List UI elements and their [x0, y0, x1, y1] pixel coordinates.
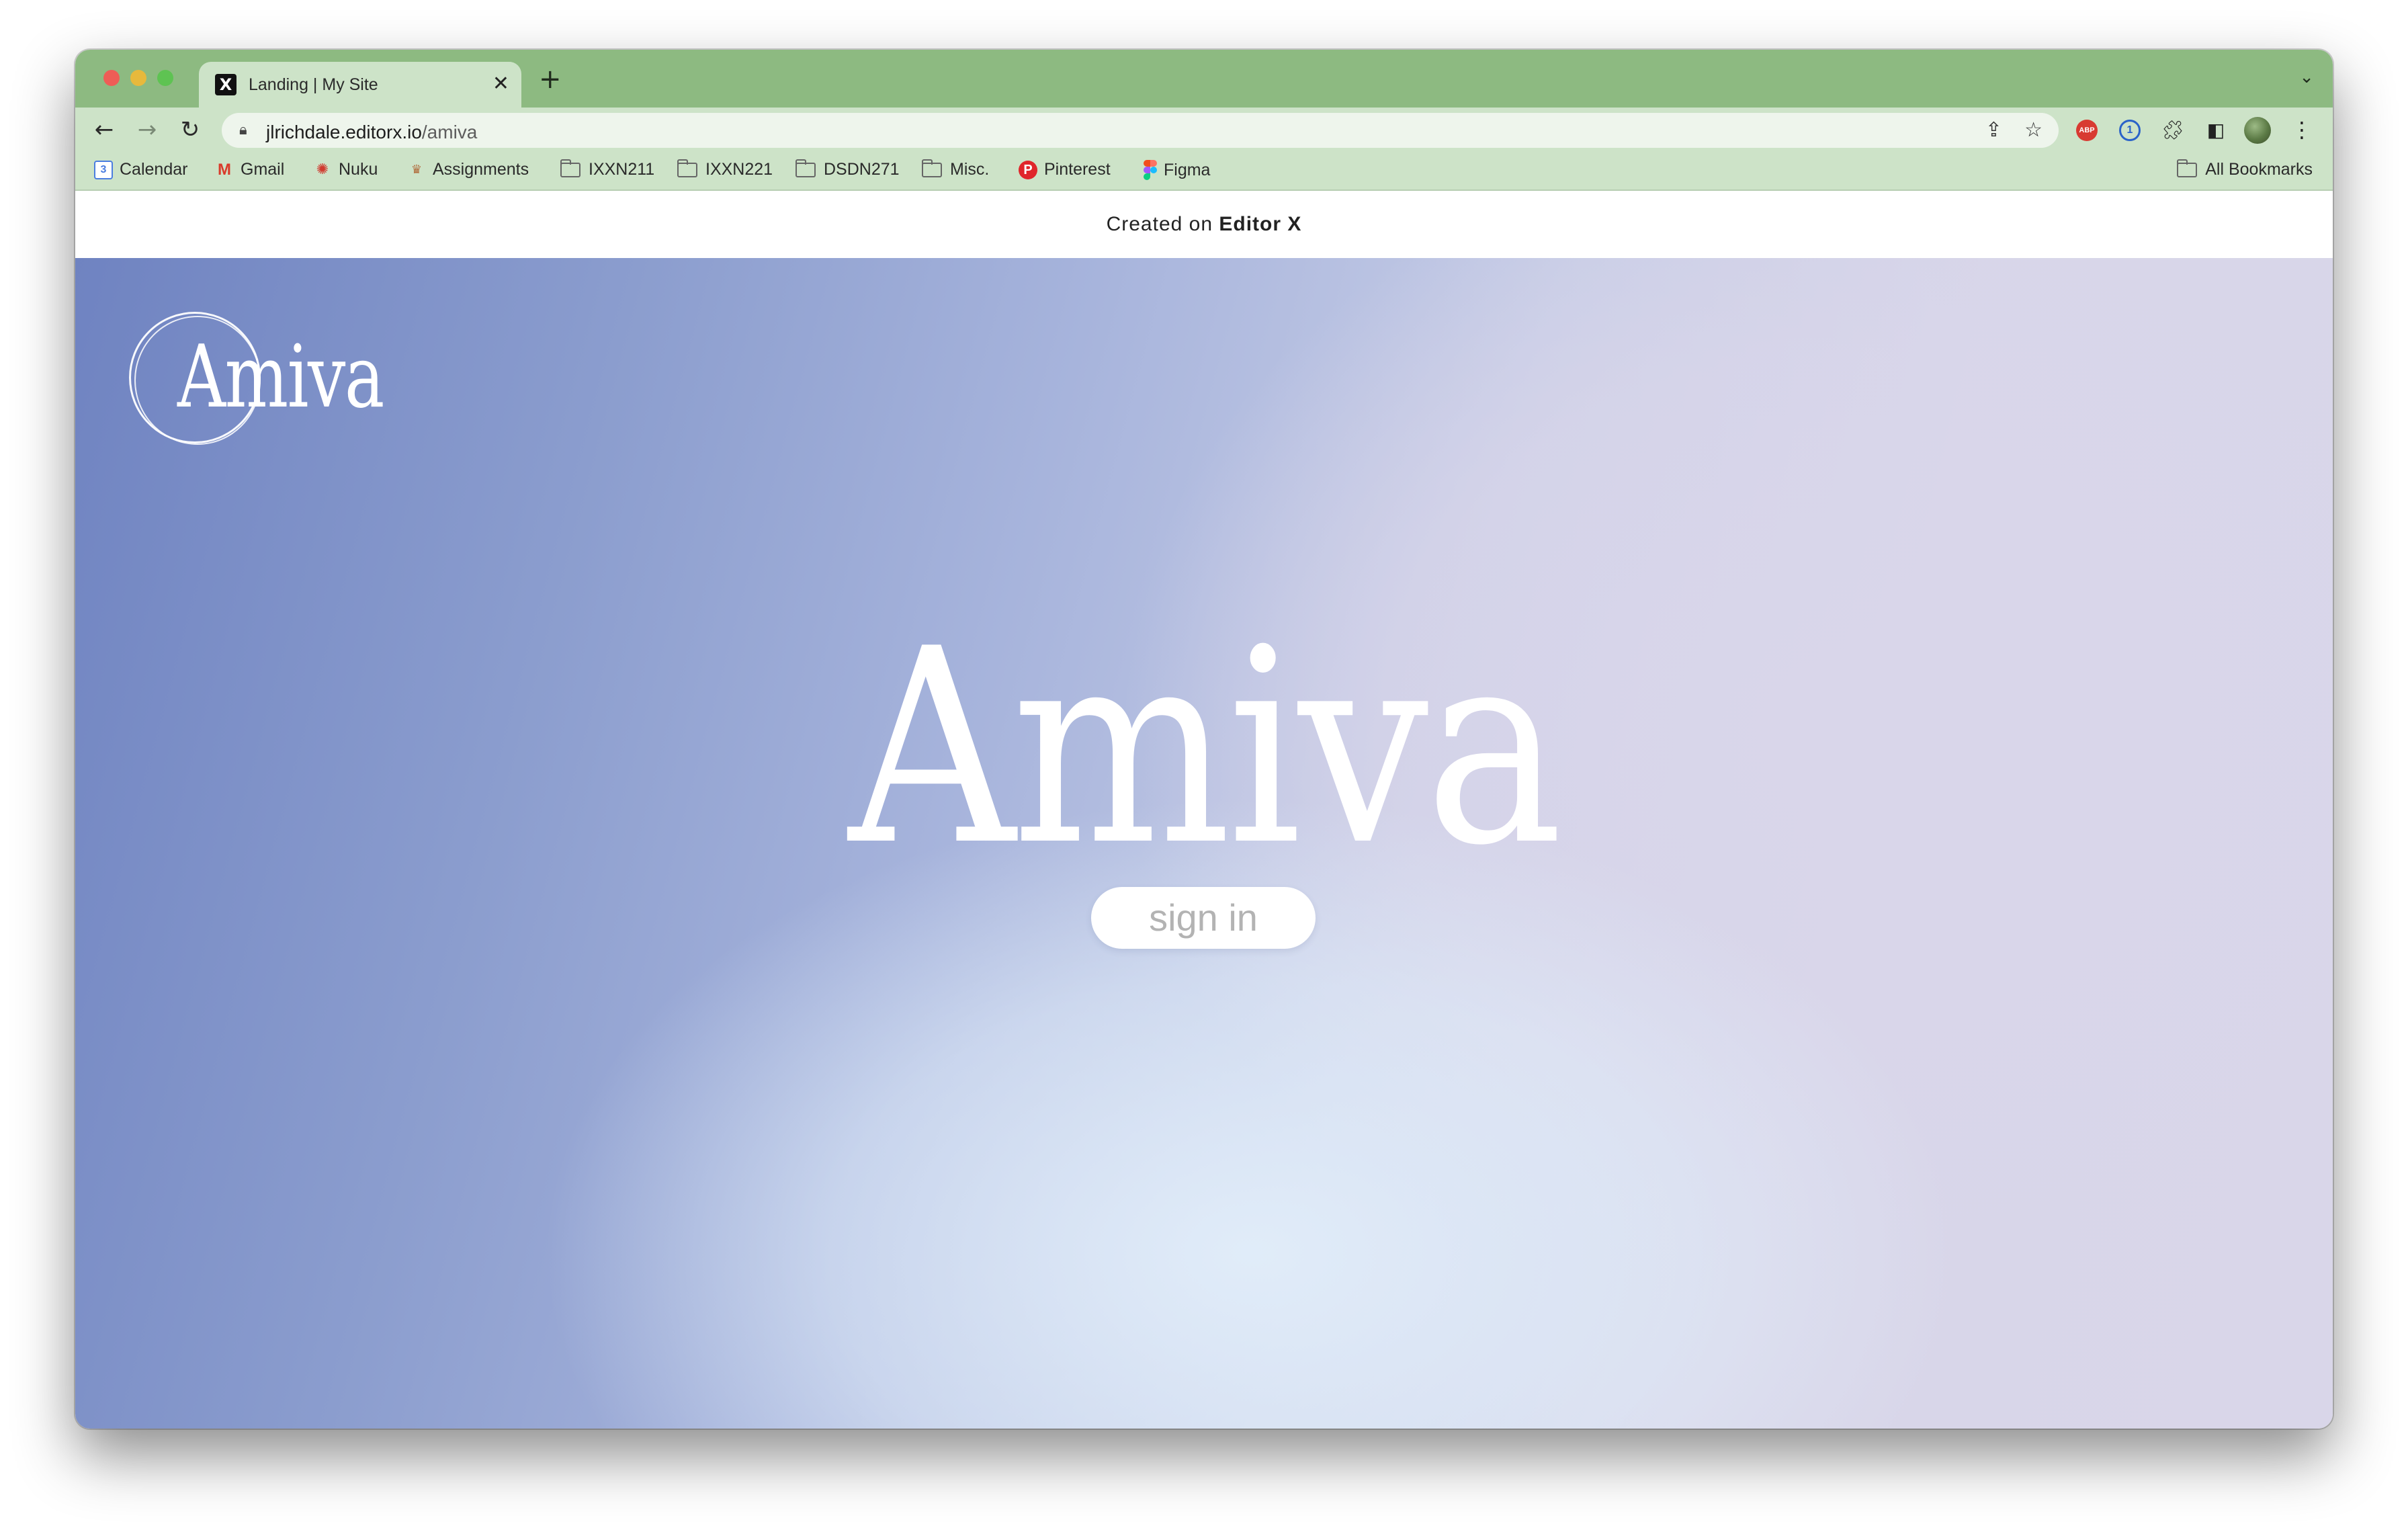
- browser-window: X Landing | My Site ✕ + ⌄ ← → ↻ 🔒︎ jlric…: [75, 50, 2333, 1429]
- amiva-logo[interactable]: Amiva: [129, 312, 398, 460]
- folder-icon: [677, 159, 697, 177]
- share-icon[interactable]: ⇪: [1985, 120, 2002, 141]
- bookmark-calendar[interactable]: 3 Calendar: [94, 160, 187, 183]
- address-bar[interactable]: 🔒︎ jlrichdale.editorx.io/amiva ⇪ ☆: [222, 113, 2059, 148]
- bookmark-assignments[interactable]: ♛ Assignments: [407, 160, 529, 183]
- gmail-icon: M: [218, 160, 231, 179]
- editor-x-brand: Editor X: [1219, 213, 1302, 235]
- reload-button[interactable]: ↻: [175, 114, 206, 145]
- back-button[interactable]: ←: [89, 114, 120, 145]
- all-bookmarks-label: All Bookmarks: [2205, 160, 2313, 179]
- bookmark-label: Nuku: [339, 160, 378, 179]
- url-text[interactable]: jlrichdale.editorx.io/amiva: [266, 122, 477, 143]
- url-host: jlrichdale.editorx.io: [266, 122, 422, 142]
- close-window-button[interactable]: [103, 70, 120, 86]
- folder-icon: [921, 159, 942, 177]
- bookmarks-bar: 3 Calendar M Gmail ✺ Nuku ♛ Assignments IXXN…: [75, 152, 2333, 191]
- minimize-window-button[interactable]: [130, 70, 146, 86]
- bookmark-label: Calendar: [120, 160, 188, 179]
- bookmark-nuku[interactable]: ✺ Nuku: [313, 160, 378, 183]
- fullscreen-window-button[interactable]: [157, 70, 173, 86]
- all-bookmarks-folder[interactable]: All Bookmarks: [2176, 159, 2313, 183]
- tab-strip: X Landing | My Site ✕ + ⌄: [75, 50, 2333, 108]
- bookmark-folder-misc[interactable]: Misc.: [921, 159, 990, 183]
- bookmark-star-icon[interactable]: ☆: [2024, 120, 2042, 141]
- profile-avatar[interactable]: [2244, 117, 2271, 144]
- bookmark-label: Figma: [1164, 160, 1211, 179]
- bookmark-label: Gmail: [241, 160, 285, 179]
- folder-icon: [560, 159, 580, 177]
- bookmark-folder-dsdn271[interactable]: DSDN271: [795, 159, 900, 183]
- side-panel-icon[interactable]: ◧: [2204, 120, 2228, 141]
- calendar-icon: 3: [94, 160, 113, 179]
- url-path: /amiva: [421, 122, 478, 142]
- figma-icon: [1144, 160, 1157, 180]
- bookmark-folder-ixxn221[interactable]: IXXN221: [677, 159, 773, 183]
- close-tab-icon[interactable]: ✕: [492, 71, 509, 97]
- bookmark-label: IXXN221: [705, 160, 773, 179]
- bookmark-pinterest[interactable]: P Pinterest: [1019, 160, 1111, 183]
- bookmark-label: Pinterest: [1044, 160, 1111, 179]
- banner-prefix: Created on: [1106, 213, 1219, 235]
- folder-icon: [795, 159, 816, 177]
- adblock-extension-icon[interactable]: ABP: [2076, 120, 2098, 141]
- tab-search-chevron-icon[interactable]: ⌄: [2299, 67, 2314, 87]
- forward-button[interactable]: →: [132, 114, 163, 145]
- bookmark-figma[interactable]: Figma: [1144, 160, 1210, 183]
- nuku-icon: ✺: [316, 161, 329, 178]
- toolbar: ← → ↻ 🔒︎ jlrichdale.editorx.io/amiva ⇪ ☆…: [75, 108, 2333, 152]
- new-tab-button[interactable]: +: [539, 65, 562, 94]
- bookmark-label: Misc.: [950, 160, 990, 179]
- bookmark-label: DSDN271: [824, 160, 900, 179]
- bookmark-folder-ixxn211[interactable]: IXXN211: [560, 159, 655, 183]
- tab-title: Landing | My Site: [249, 75, 378, 94]
- editorx-favicon-icon: X: [215, 74, 236, 95]
- tab-landing[interactable]: X Landing | My Site ✕: [199, 62, 521, 108]
- password-manager-extension-icon[interactable]: 1: [2119, 120, 2141, 141]
- bookmark-label: IXXN211: [589, 160, 655, 179]
- browser-menu-icon[interactable]: ⋮: [2291, 117, 2313, 142]
- bookmark-gmail[interactable]: M Gmail: [215, 160, 284, 183]
- lock-icon[interactable]: 🔒︎: [239, 122, 247, 138]
- hero-section: Amiva Amiva sign in: [75, 258, 2333, 1429]
- folder-icon: [2176, 159, 2198, 177]
- logo-wordmark: Amiva: [177, 327, 384, 427]
- pinterest-icon: P: [1019, 160, 1037, 179]
- extensions-puzzle-icon[interactable]: 🧩︎: [2161, 120, 2185, 141]
- editor-x-banner[interactable]: Created on Editor X: [75, 191, 2333, 258]
- assignments-icon: ♛: [411, 162, 423, 177]
- sign-in-button[interactable]: sign in: [1091, 887, 1316, 949]
- hero-title: Amiva: [848, 592, 1563, 904]
- page-viewport: Created on Editor X Amiva Amiva sign in: [75, 191, 2333, 1429]
- bookmark-label: Assignments: [433, 160, 529, 179]
